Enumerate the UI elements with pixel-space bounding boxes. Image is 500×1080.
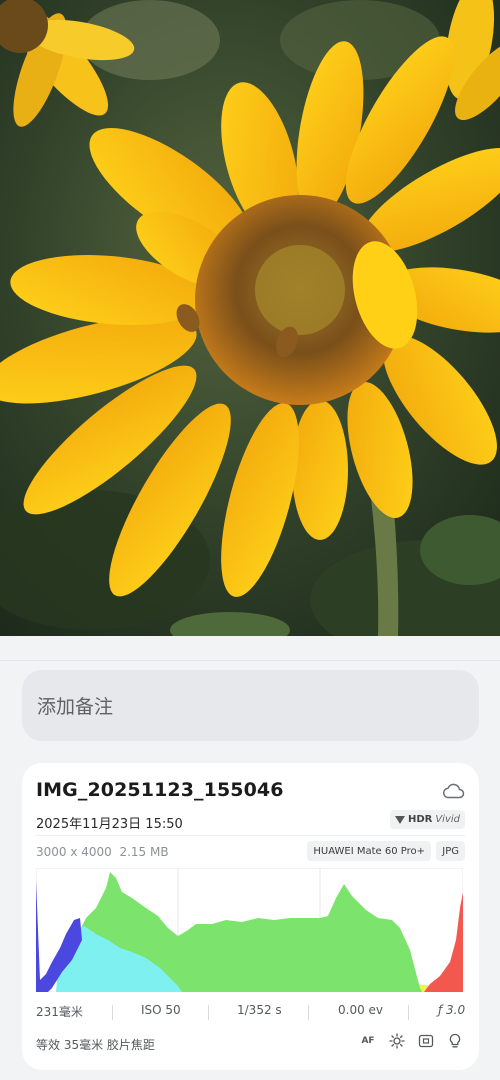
resolution: 3000 x 4000 — [36, 845, 112, 859]
file-size: 2.15 MB — [119, 845, 169, 859]
white-balance-icon — [445, 1031, 465, 1051]
add-note-placeholder: 添加备注 — [37, 696, 114, 718]
divider — [36, 835, 465, 836]
divider — [0, 660, 500, 661]
exif-separator — [308, 1005, 309, 1020]
focal-length: 231毫米 — [36, 1005, 83, 1019]
exif-separator — [208, 1005, 209, 1020]
exposure-bias: 0.00 ev — [338, 1003, 384, 1017]
exif-separator — [112, 1005, 113, 1020]
af-label: AF — [361, 1036, 375, 1046]
device-tag: HUAWEI Mate 60 Pro+ — [307, 841, 431, 861]
resolution-size: 3000 x 4000 2.15 MB — [36, 845, 169, 859]
lens-info: 等效 35毫米 胶片焦距 — [36, 1038, 155, 1052]
af-icon: AF — [358, 1031, 378, 1051]
sunflower-photo — [0, 0, 500, 636]
exif-separator — [408, 1005, 409, 1020]
file-name: IMG_20251123_155046 — [36, 779, 284, 801]
exif-row: 231毫米 ISO 50 1/352 s 0.00 ev ƒ 3.0 — [22, 1003, 479, 1023]
format-tag: JPG — [436, 841, 465, 861]
details-sheet: 添加备注 IMG_20251123_155046 2025年11月23日 15:… — [0, 636, 500, 1080]
capture-mode-icons: AF — [358, 1031, 465, 1051]
capture-datetime: 2025年11月23日 15:50 — [36, 817, 183, 832]
iso-value: ISO 50 — [141, 1003, 181, 1017]
hdr-vivid-badge: HDR Vivid — [389, 810, 465, 829]
hdr-label: HDR — [407, 814, 433, 825]
cloud-icon[interactable] — [441, 781, 465, 799]
shutter-speed: 1/352 s — [237, 1003, 282, 1017]
exposure-histogram — [36, 868, 463, 992]
metering-icon — [416, 1031, 436, 1051]
photo-preview[interactable] — [0, 0, 500, 636]
add-note-input[interactable]: 添加备注 — [22, 670, 479, 741]
hdr-vivid-logo-icon — [394, 815, 405, 824]
vivid-label: Vivid — [435, 814, 460, 825]
flash-off-icon — [387, 1031, 407, 1051]
aperture: ƒ 3.0 — [438, 1003, 466, 1017]
photo-info-card: IMG_20251123_155046 2025年11月23日 15:50 HD… — [22, 763, 479, 1070]
